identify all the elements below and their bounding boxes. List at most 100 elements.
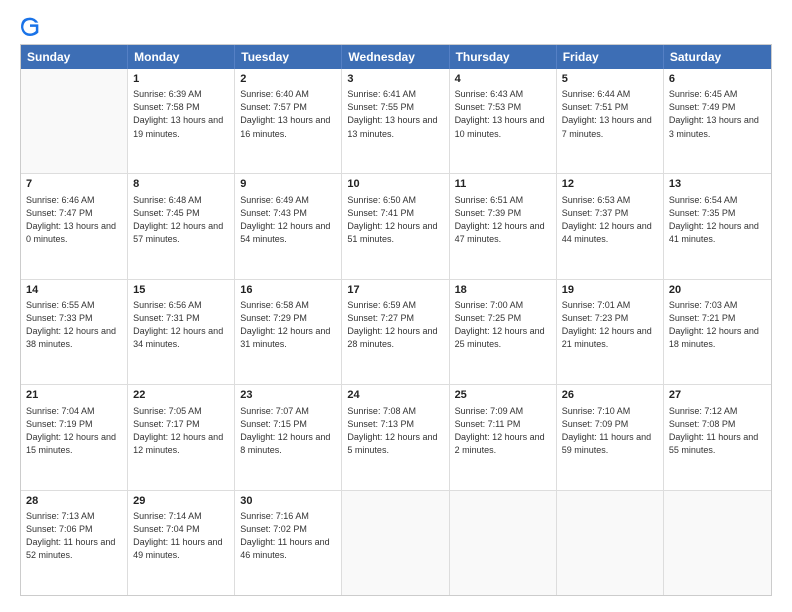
cell-info: Sunrise: 6:55 AMSunset: 7:33 PMDaylight:… [26,299,122,351]
calendar-cell: 13 Sunrise: 6:54 AMSunset: 7:35 PMDayligh… [664,174,771,278]
cell-info: Sunrise: 6:54 AMSunset: 7:35 PMDaylight:… [669,194,766,246]
day-number: 9 [240,177,336,192]
calendar-cell: 8Sunrise: 6:48 AMSunset: 7:45 PMDaylight… [128,174,235,278]
cell-info: Sunrise: 6:41 AMSunset: 7:55 PMDaylight:… [347,88,443,140]
day-number: 12 [562,177,658,192]
calendar-cell: 18Sunrise: 7:00 AMSunset: 7:25 PMDayligh… [450,280,557,384]
cell-info: Sunrise: 6:39 AMSunset: 7:58 PMDaylight:… [133,88,229,140]
calendar-cell [557,491,664,595]
day-number: 27 [669,388,766,403]
calendar-cell [342,491,449,595]
calendar-cell: 27 Sunrise: 7:12 AMSunset: 7:08 PMDayligh… [664,385,771,489]
cell-info: Sunrise: 7:08 AMSunset: 7:13 PMDaylight:… [347,405,443,457]
cell-info: Sunrise: 6:53 AMSunset: 7:37 PMDaylight:… [562,194,658,246]
calendar-week-2: 7 Sunrise: 6:46 AMSunset: 7:47 PMDaylight… [21,174,771,279]
cell-info: Sunrise: 6:40 AMSunset: 7:57 PMDaylight:… [240,88,336,140]
calendar-cell: 11 Sunrise: 6:51 AMSunset: 7:39 PMDayligh… [450,174,557,278]
calendar-cell: 17Sunrise: 6:59 AMSunset: 7:27 PMDayligh… [342,280,449,384]
calendar-cell: 23 Sunrise: 7:07 AMSunset: 7:15 PMDayligh… [235,385,342,489]
day-number: 24 [347,388,443,403]
cell-info: Sunrise: 7:10 AMSunset: 7:09 PMDaylight:… [562,405,658,457]
calendar-cell: 16Sunrise: 6:58 AMSunset: 7:29 PMDayligh… [235,280,342,384]
header-day-thursday: Thursday [450,45,557,69]
calendar-cell: 19Sunrise: 7:01 AMSunset: 7:23 PMDayligh… [557,280,664,384]
day-number: 4 [455,72,551,87]
calendar-cell: 12 Sunrise: 6:53 AMSunset: 7:37 PMDayligh… [557,174,664,278]
calendar-cell: 1Sunrise: 6:39 AMSunset: 7:58 PMDaylight… [128,69,235,173]
logo-icon [20,16,40,36]
calendar-cell: 10 Sunrise: 6:50 AMSunset: 7:41 PMDayligh… [342,174,449,278]
cell-info: Sunrise: 7:05 AMSunset: 7:17 PMDaylight:… [133,405,229,457]
cell-info: Sunrise: 6:56 AMSunset: 7:31 PMDaylight:… [133,299,229,351]
cell-info: Sunrise: 7:14 AMSunset: 7:04 PMDaylight:… [133,510,229,562]
cell-info: Sunrise: 6:43 AMSunset: 7:53 PMDaylight:… [455,88,551,140]
header [20,16,772,36]
day-number: 25 [455,388,551,403]
cell-info: Sunrise: 6:58 AMSunset: 7:29 PMDaylight:… [240,299,336,351]
day-number: 13 [669,177,766,192]
calendar-cell [21,69,128,173]
header-day-saturday: Saturday [664,45,771,69]
day-number: 8 [133,177,229,192]
calendar-cell: 9 Sunrise: 6:49 AMSunset: 7:43 PMDaylight… [235,174,342,278]
day-number: 21 [26,388,122,403]
cell-info: Sunrise: 7:16 AMSunset: 7:02 PMDaylight:… [240,510,336,562]
cell-info: Sunrise: 6:59 AMSunset: 7:27 PMDaylight:… [347,299,443,351]
calendar-cell: 5Sunrise: 6:44 AMSunset: 7:51 PMDaylight… [557,69,664,173]
cell-info: Sunrise: 7:03 AMSunset: 7:21 PMDaylight:… [669,299,766,351]
calendar-header: SundayMondayTuesdayWednesdayThursdayFrid… [21,45,771,69]
day-number: 22 [133,388,229,403]
cell-info: Sunrise: 7:00 AMSunset: 7:25 PMDaylight:… [455,299,551,351]
cell-info: Sunrise: 6:46 AMSunset: 7:47 PMDaylight:… [26,194,122,246]
calendar-body: 1Sunrise: 6:39 AMSunset: 7:58 PMDaylight… [21,69,771,595]
calendar-cell [450,491,557,595]
calendar-cell: 26 Sunrise: 7:10 AMSunset: 7:09 PMDayligh… [557,385,664,489]
day-number: 26 [562,388,658,403]
cell-info: Sunrise: 6:51 AMSunset: 7:39 PMDaylight:… [455,194,551,246]
calendar-cell: 4Sunrise: 6:43 AMSunset: 7:53 PMDaylight… [450,69,557,173]
cell-info: Sunrise: 6:44 AMSunset: 7:51 PMDaylight:… [562,88,658,140]
calendar-cell: 6Sunrise: 6:45 AMSunset: 7:49 PMDaylight… [664,69,771,173]
day-number: 18 [455,283,551,298]
day-number: 14 [26,283,122,298]
calendar-cell: 21Sunrise: 7:04 AMSunset: 7:19 PMDayligh… [21,385,128,489]
day-number: 5 [562,72,658,87]
calendar-cell: 30Sunrise: 7:16 AMSunset: 7:02 PMDayligh… [235,491,342,595]
logo [20,16,44,36]
day-number: 3 [347,72,443,87]
cell-info: Sunrise: 7:09 AMSunset: 7:11 PMDaylight:… [455,405,551,457]
header-day-sunday: Sunday [21,45,128,69]
calendar-cell [664,491,771,595]
day-number: 7 [26,177,122,192]
cell-info: Sunrise: 6:50 AMSunset: 7:41 PMDaylight:… [347,194,443,246]
calendar-cell: 2Sunrise: 6:40 AMSunset: 7:57 PMDaylight… [235,69,342,173]
calendar-cell: 15Sunrise: 6:56 AMSunset: 7:31 PMDayligh… [128,280,235,384]
day-number: 10 [347,177,443,192]
cell-info: Sunrise: 7:12 AMSunset: 7:08 PMDaylight:… [669,405,766,457]
calendar-cell: 28Sunrise: 7:13 AMSunset: 7:06 PMDayligh… [21,491,128,595]
cell-info: Sunrise: 6:49 AMSunset: 7:43 PMDaylight:… [240,194,336,246]
header-day-wednesday: Wednesday [342,45,449,69]
cell-info: Sunrise: 7:01 AMSunset: 7:23 PMDaylight:… [562,299,658,351]
day-number: 2 [240,72,336,87]
calendar-cell: 20Sunrise: 7:03 AMSunset: 7:21 PMDayligh… [664,280,771,384]
cell-info: Sunrise: 7:07 AMSunset: 7:15 PMDaylight:… [240,405,336,457]
calendar-cell: 24 Sunrise: 7:08 AMSunset: 7:13 PMDayligh… [342,385,449,489]
header-day-monday: Monday [128,45,235,69]
day-number: 29 [133,494,229,509]
day-number: 20 [669,283,766,298]
calendar-cell: 14Sunrise: 6:55 AMSunset: 7:33 PMDayligh… [21,280,128,384]
calendar-week-3: 14Sunrise: 6:55 AMSunset: 7:33 PMDayligh… [21,280,771,385]
calendar-week-5: 28Sunrise: 7:13 AMSunset: 7:06 PMDayligh… [21,491,771,595]
calendar-week-1: 1Sunrise: 6:39 AMSunset: 7:58 PMDaylight… [21,69,771,174]
calendar-cell: 25 Sunrise: 7:09 AMSunset: 7:11 PMDayligh… [450,385,557,489]
calendar-week-4: 21Sunrise: 7:04 AMSunset: 7:19 PMDayligh… [21,385,771,490]
page: SundayMondayTuesdayWednesdayThursdayFrid… [0,0,792,612]
day-number: 11 [455,177,551,192]
day-number: 23 [240,388,336,403]
calendar-cell: 7 Sunrise: 6:46 AMSunset: 7:47 PMDaylight… [21,174,128,278]
header-day-friday: Friday [557,45,664,69]
calendar-cell: 3Sunrise: 6:41 AMSunset: 7:55 PMDaylight… [342,69,449,173]
calendar: SundayMondayTuesdayWednesdayThursdayFrid… [20,44,772,596]
cell-info: Sunrise: 6:45 AMSunset: 7:49 PMDaylight:… [669,88,766,140]
